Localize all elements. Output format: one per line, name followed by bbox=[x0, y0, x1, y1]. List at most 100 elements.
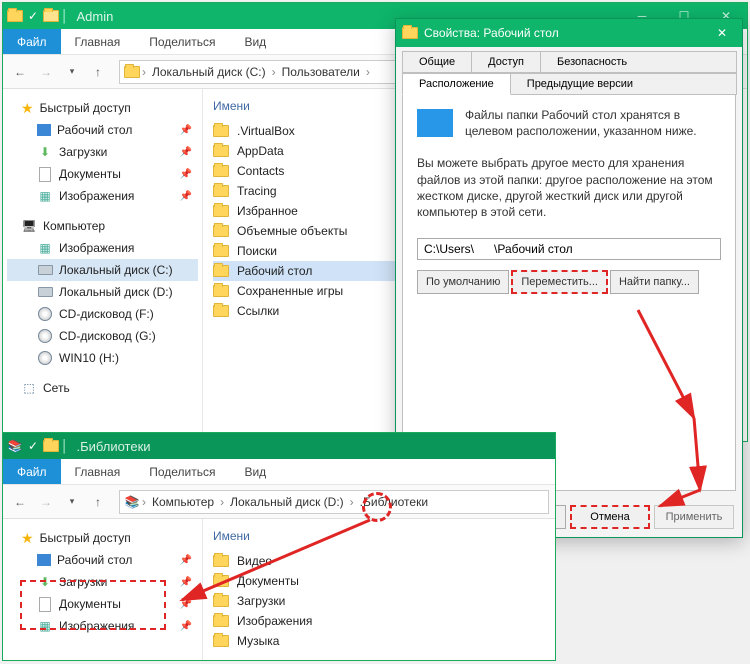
breadcrumb-seg[interactable]: Компьютер bbox=[148, 491, 218, 513]
network-icon: ⬚ bbox=[21, 380, 37, 396]
nav-label: Загрузки bbox=[59, 145, 107, 159]
qat-folder-icon[interactable] bbox=[43, 438, 59, 454]
tab-file[interactable]: Файл bbox=[3, 459, 61, 484]
desc-text2: Вы можете выбрать другое место для хране… bbox=[417, 155, 721, 220]
nav-desktop[interactable]: Рабочий стол📌 bbox=[7, 119, 198, 141]
qat-check-icon[interactable]: ✓ bbox=[25, 438, 41, 454]
folder-icon bbox=[213, 613, 229, 629]
folder-icon bbox=[213, 303, 229, 319]
nav-disk-d[interactable]: Локальный диск (D:) bbox=[7, 281, 198, 303]
file-name: Contacts bbox=[237, 164, 284, 178]
nav-label: Локальный диск (D:) bbox=[59, 285, 173, 299]
tab-sharing[interactable]: Доступ bbox=[471, 51, 541, 73]
nav-label: Быстрый доступ bbox=[40, 531, 131, 545]
up-button[interactable]: ↑ bbox=[87, 61, 109, 83]
recent-dropdown[interactable]: ▾ bbox=[61, 491, 83, 513]
tab-share[interactable]: Поделиться bbox=[135, 459, 230, 484]
file-name: Ссылки bbox=[237, 304, 279, 318]
file-name: .VirtualBox bbox=[237, 124, 295, 138]
star-icon: ★ bbox=[21, 100, 34, 117]
breadcrumb-seg[interactable]: Локальный диск (D:) bbox=[226, 491, 348, 513]
tab-view[interactable]: Вид bbox=[230, 29, 281, 54]
breadcrumb-seg[interactable]: Локальный диск (C:) bbox=[148, 61, 270, 83]
folder-icon bbox=[213, 203, 229, 219]
cancel-button[interactable]: Отмена bbox=[570, 505, 650, 529]
nav-network[interactable]: ⬚ Сеть bbox=[7, 377, 198, 399]
tab-share[interactable]: Поделиться bbox=[135, 29, 230, 54]
breadcrumb-seg[interactable]: .Библиотеки bbox=[356, 491, 432, 513]
close-button[interactable]: ✕ bbox=[702, 26, 742, 40]
nav-documents[interactable]: Документы 📌 bbox=[7, 163, 198, 185]
tab-previous[interactable]: Предыдущие версии bbox=[510, 73, 737, 95]
nav-downloads[interactable]: ⬇Загрузки📌 bbox=[7, 141, 198, 163]
path-input[interactable] bbox=[417, 238, 721, 260]
pin-icon: 📌 bbox=[180, 621, 192, 632]
tab-security[interactable]: Безопасность bbox=[540, 51, 737, 73]
up-button[interactable]: ↑ bbox=[87, 491, 109, 513]
tab-file[interactable]: Файл bbox=[3, 29, 61, 54]
back-button[interactable]: ← bbox=[9, 61, 31, 83]
cd-icon bbox=[37, 306, 53, 322]
move-button[interactable]: Переместить... bbox=[511, 270, 608, 294]
apply-button[interactable]: Применить bbox=[654, 505, 734, 529]
nav-documents[interactable]: Документы 📌 bbox=[7, 593, 198, 615]
back-button[interactable]: ← bbox=[9, 491, 31, 513]
file-row[interactable]: Видео bbox=[213, 551, 545, 571]
nav-quick-access[interactable]: ★Быстрый доступ bbox=[7, 97, 198, 119]
folder-icon bbox=[213, 143, 229, 159]
file-row[interactable]: Загрузки bbox=[213, 591, 545, 611]
pictures-icon: ▦ bbox=[37, 618, 53, 634]
pin-icon: 📌 bbox=[180, 169, 192, 180]
pictures-icon: ▦ bbox=[37, 240, 53, 256]
nav-label: CD-дисковод (G:) bbox=[59, 329, 156, 343]
dialog-titlebar[interactable]: Свойства: Рабочий стол ✕ bbox=[396, 19, 742, 47]
address-bar[interactable]: 📚 › Компьютер › Локальный диск (D:) › .Б… bbox=[119, 490, 549, 514]
nav-downloads[interactable]: ⬇Загрузки📌 bbox=[7, 571, 198, 593]
nav-computer[interactable]: 🖥Компьютер bbox=[7, 215, 198, 237]
nav-pictures[interactable]: ▦Изображения📌 bbox=[7, 615, 198, 637]
cd-icon bbox=[37, 350, 53, 366]
file-name: Поиски bbox=[237, 244, 277, 258]
recent-dropdown[interactable]: ▾ bbox=[61, 61, 83, 83]
file-name: Загрузки bbox=[237, 594, 285, 608]
tab-view[interactable]: Вид bbox=[230, 459, 281, 484]
forward-button[interactable]: → bbox=[35, 491, 57, 513]
nav-label: Документы bbox=[59, 167, 121, 181]
file-list: Имени ВидеоДокументы Загрузки Изображения М… bbox=[203, 519, 555, 660]
titlebar[interactable]: 📚 ✓ │ .Библиотеки bbox=[3, 433, 555, 459]
pin-icon: 📌 bbox=[180, 147, 192, 158]
nav-label: Изображения bbox=[59, 189, 134, 203]
nav-quick-access[interactable]: ★Быстрый доступ bbox=[7, 527, 198, 549]
file-name: Музыка bbox=[237, 634, 279, 648]
tab-general[interactable]: Общие bbox=[402, 51, 472, 73]
ribbon-tabs: Файл Главная Поделиться Вид bbox=[3, 459, 555, 485]
navigation-pane: ★Быстрый доступ Рабочий стол📌 ⬇Загрузки📌… bbox=[3, 519, 203, 660]
tab-location[interactable]: Расположение bbox=[402, 73, 511, 95]
file-row[interactable]: Музыка bbox=[213, 631, 545, 651]
qat-folder-icon[interactable] bbox=[43, 8, 59, 24]
nav-pictures[interactable]: ▦Изображения📌 bbox=[7, 185, 198, 207]
nav-label: Сеть bbox=[43, 381, 70, 395]
pin-icon: 📌 bbox=[180, 599, 192, 610]
column-header[interactable]: Имени bbox=[213, 525, 545, 551]
nav-pictures-lib[interactable]: ▦Изображения bbox=[7, 237, 198, 259]
breadcrumb-seg[interactable]: Пользователи bbox=[278, 61, 364, 83]
nav-label: Документы bbox=[59, 597, 121, 611]
nav-cd-g[interactable]: CD-дисковод (G:) bbox=[7, 325, 198, 347]
nav-disk-c[interactable]: Локальный диск (C:) bbox=[7, 259, 198, 281]
folder-icon bbox=[213, 573, 229, 589]
tab-home[interactable]: Главная bbox=[61, 459, 136, 484]
nav-cd-f[interactable]: CD-дисковод (F:) bbox=[7, 303, 198, 325]
file-name: Рабочий стол bbox=[237, 264, 312, 278]
restore-default-button[interactable]: По умолчанию bbox=[417, 270, 509, 294]
find-target-button[interactable]: Найти папку... bbox=[610, 270, 699, 294]
nav-desktop[interactable]: Рабочий стол📌 bbox=[7, 549, 198, 571]
desktop-icon bbox=[37, 124, 51, 136]
forward-button[interactable]: → bbox=[35, 61, 57, 83]
nav-win10[interactable]: WIN10 (H:) bbox=[7, 347, 198, 369]
file-row[interactable]: Изображения bbox=[213, 611, 545, 631]
folder-icon bbox=[213, 243, 229, 259]
file-row[interactable]: Документы bbox=[213, 571, 545, 591]
qat-check-icon[interactable]: ✓ bbox=[25, 8, 41, 24]
tab-home[interactable]: Главная bbox=[61, 29, 136, 54]
